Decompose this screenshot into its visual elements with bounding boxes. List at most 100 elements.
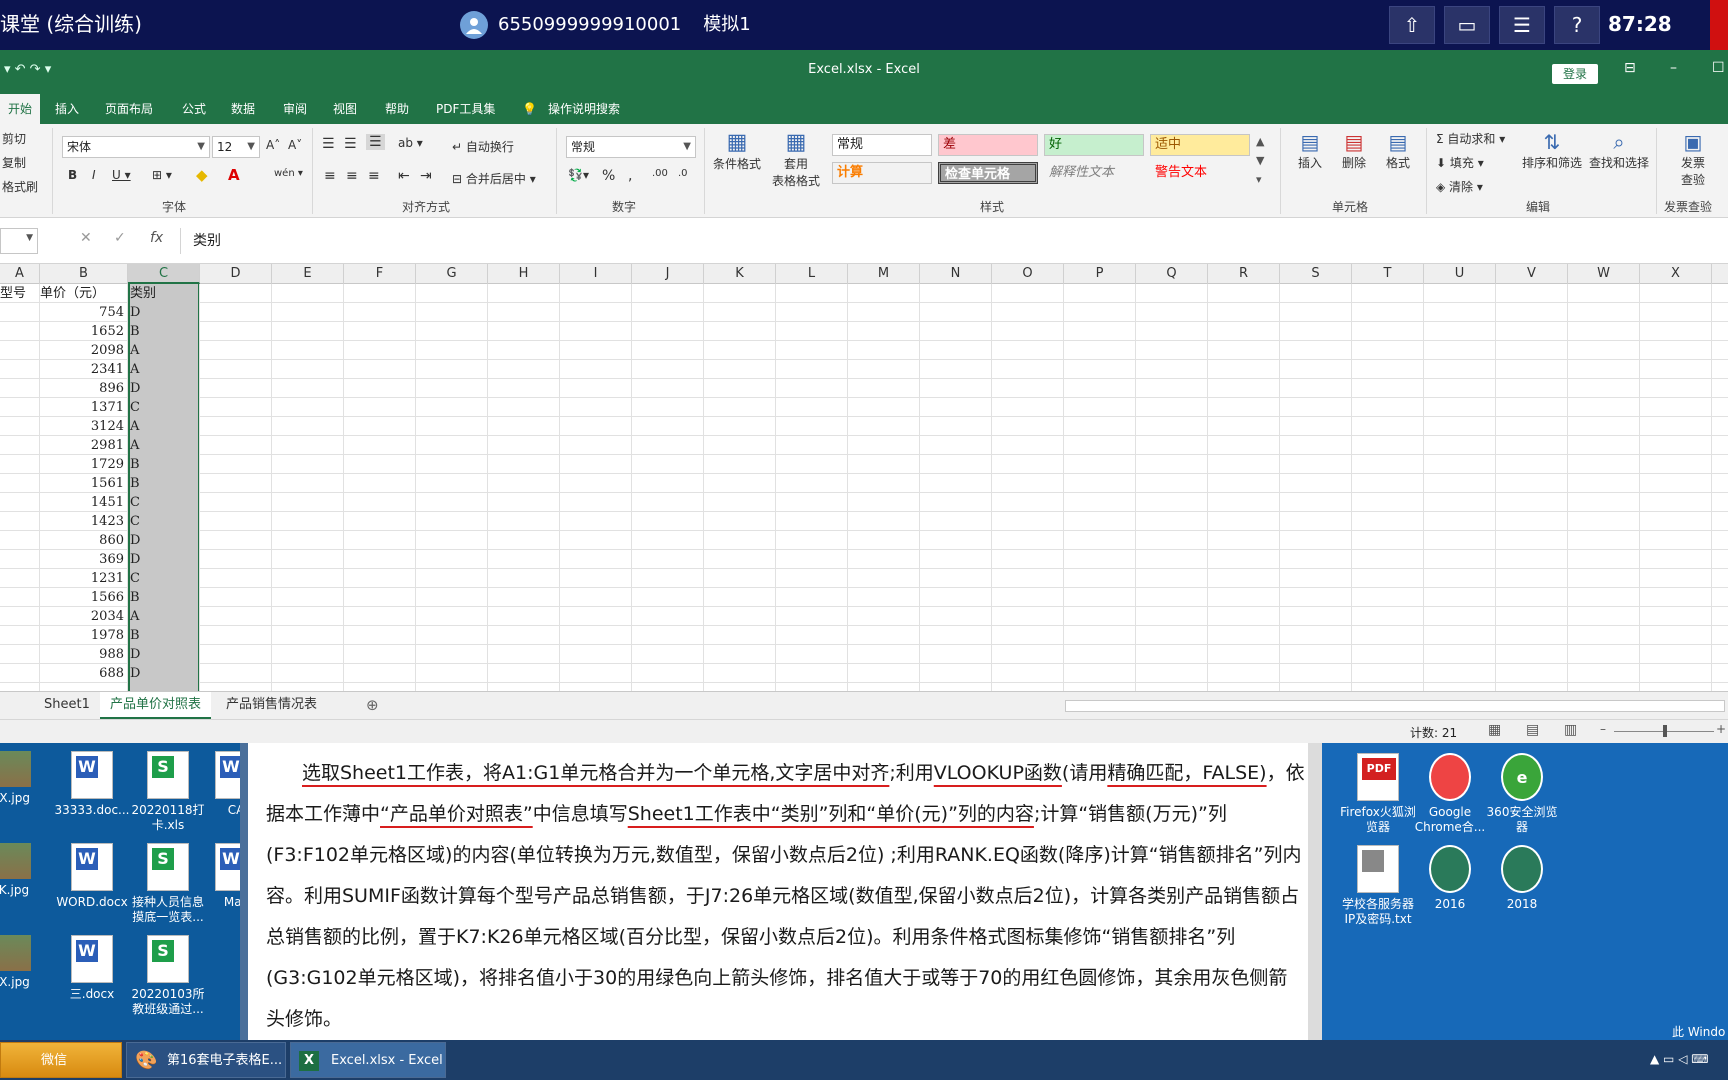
column-header-x[interactable]: X [1640,264,1712,284]
normal-view-icon[interactable]: ▦ [1488,722,1501,738]
cell-price[interactable]: 896 [40,379,128,398]
cell-category[interactable]: D [130,645,198,664]
cell-b1[interactable]: 单价（元） [40,284,128,303]
copy-button[interactable]: 复制 [2,154,26,171]
desktop-icon[interactable]: 2016 [1410,845,1490,912]
cell-price[interactable]: 369 [40,550,128,569]
decrease-font-icon[interactable]: A˅ [288,138,302,152]
format-painter-button[interactable]: 格式刷 [2,178,38,195]
desktop-icon[interactable]: GX.jpg [0,751,50,806]
styles-scroll-icon[interactable]: ▲ ▼ ▾ [1256,132,1264,189]
fill-color-icon[interactable]: ◆ [196,166,208,184]
underline-icon[interactable]: U ▾ [112,168,131,182]
column-header-e[interactable]: E [272,264,344,284]
add-sheet-icon[interactable]: ⊕ [356,692,389,719]
cell-price[interactable]: 2098 [40,341,128,360]
cell-a1[interactable]: 型号 [0,284,38,303]
tab-review[interactable]: 审阅 [283,94,307,124]
cell-category[interactable]: C [130,398,198,417]
cell-price[interactable]: 1423 [40,512,128,531]
cell-category[interactable]: C [130,512,198,531]
style-good[interactable]: 好 [1044,134,1144,156]
column-header-h[interactable]: H [488,264,560,284]
cell-category[interactable]: D [130,303,198,322]
cell-category[interactable]: C [130,493,198,512]
tab-formulas[interactable]: 公式 [182,94,206,124]
format-as-table-button[interactable]: ▦ 套用 表格格式 [764,130,828,189]
tab-pdf-tools[interactable]: PDF工具集 [436,94,495,124]
cell-price[interactable]: 3124 [40,417,128,436]
cell-c1[interactable]: 类别 [130,284,198,303]
increase-decimal-icon[interactable]: .00 [652,168,668,179]
increase-font-icon[interactable]: A˄ [266,138,280,152]
conditional-format-button[interactable]: ▦ 条件格式 [712,130,762,172]
font-name-combo[interactable]: 宋体 ▼ [62,136,210,158]
align-right-icon[interactable]: ≡ [368,168,380,184]
tray-icons[interactable]: ▲ ▭ ◁ ⌨ [1650,1052,1709,1066]
style-normal[interactable]: 常规 [832,134,932,156]
autosum-button[interactable]: Σ 自动求和 ▾ [1436,130,1505,147]
style-warning[interactable]: 警告文本 [1150,162,1250,184]
find-select-button[interactable]: ⌕ 查找和选择 [1588,130,1650,171]
taskbar-wechat[interactable]: 微信 [0,1042,122,1078]
worksheet-grid[interactable]: 型号 单价（元） 类别 754 D 1652 B 2098 A 2341 A 896 D 1371 C… [0,284,1728,691]
merge-center-button[interactable]: ⊟ 合并后居中 ▾ [452,170,536,187]
desktop-icon[interactable]: 2018 [1482,845,1562,912]
zoom-thumb[interactable] [1663,725,1667,737]
desktop-icon[interactable]: HX.jpg [0,935,50,990]
column-header-t[interactable]: T [1352,264,1424,284]
page-break-view-icon[interactable]: ▥ [1564,722,1577,738]
accounting-icon[interactable]: 💱▾ [568,168,589,182]
sheet-tab-sheet1[interactable]: Sheet1 [34,692,100,719]
column-header-a[interactable]: A [0,264,40,284]
align-middle-icon[interactable]: ☰ [344,136,357,152]
window-button[interactable]: ▭ [1444,6,1490,44]
column-header-w[interactable]: W [1568,264,1640,284]
decrease-decimal-icon[interactable]: .0 [678,168,688,179]
taskbar-excel[interactable]: X Excel.xlsx - Excel [290,1042,446,1078]
tab-insert[interactable]: 插入 [55,94,79,124]
login-button[interactable]: 登录 [1552,64,1598,84]
cell-price[interactable]: 754 [40,303,128,322]
clear-button[interactable]: ◈ 清除 ▾ [1436,178,1483,195]
cell-price[interactable]: 2341 [40,360,128,379]
enter-icon[interactable]: ✓ [114,230,126,246]
cell-price[interactable]: 860 [40,531,128,550]
style-calculation[interactable]: 计算 [832,162,932,184]
cell-category[interactable]: C [130,569,198,588]
zoom-in-icon[interactable]: + [1716,722,1726,736]
align-top-icon[interactable]: ☰ [322,136,335,152]
cell-price[interactable]: 988 [40,645,128,664]
column-header-r[interactable]: R [1208,264,1280,284]
minimize-icon[interactable]: – [1670,60,1677,76]
ribbon-display-icon[interactable]: ⊟ [1624,60,1636,76]
orientation-icon[interactable]: ab ▾ [398,136,423,150]
comma-icon[interactable]: , [628,168,632,184]
cell-category[interactable]: A [130,341,198,360]
desktop-icon[interactable]: Google Chrome合... [1410,753,1490,835]
percent-icon[interactable]: % [602,168,615,184]
sort-filter-button[interactable]: ⇅ 排序和筛选 [1522,130,1582,171]
cut-button[interactable]: 剪切 [2,130,26,147]
desktop-icon[interactable]: e 360安全浏览器 [1482,753,1562,835]
insert-cells-button[interactable]: ▤ 插入 [1290,130,1330,171]
cell-price[interactable]: 1451 [40,493,128,512]
column-header-n[interactable]: N [920,264,992,284]
invoice-check-button[interactable]: ▣ 发票 查验 [1668,130,1718,188]
desktop-icon[interactable]: W WORD.docx [52,843,132,910]
style-bad[interactable]: 差 [938,134,1038,156]
desktop-icon[interactable]: 学校各服务器IP及密码.txt [1338,845,1418,927]
column-header-q[interactable]: Q [1136,264,1208,284]
cell-category[interactable]: D [130,531,198,550]
column-header-m[interactable]: M [848,264,920,284]
column-header-b[interactable]: B [40,264,128,284]
column-header-u[interactable]: U [1424,264,1496,284]
sheet-tab-sales[interactable]: 产品销售情况表 [216,692,327,719]
cell-price[interactable]: 688 [40,664,128,683]
wrap-text-button[interactable]: ↵ 自动换行 [452,138,514,155]
taskbar-document[interactable]: 🎨 第16套电子表格E... [126,1042,286,1078]
format-cells-button[interactable]: ▤ 格式 [1378,130,1418,171]
column-header-g[interactable]: G [416,264,488,284]
column-header-l[interactable]: L [776,264,848,284]
align-center-icon[interactable]: ≡ [346,168,358,184]
